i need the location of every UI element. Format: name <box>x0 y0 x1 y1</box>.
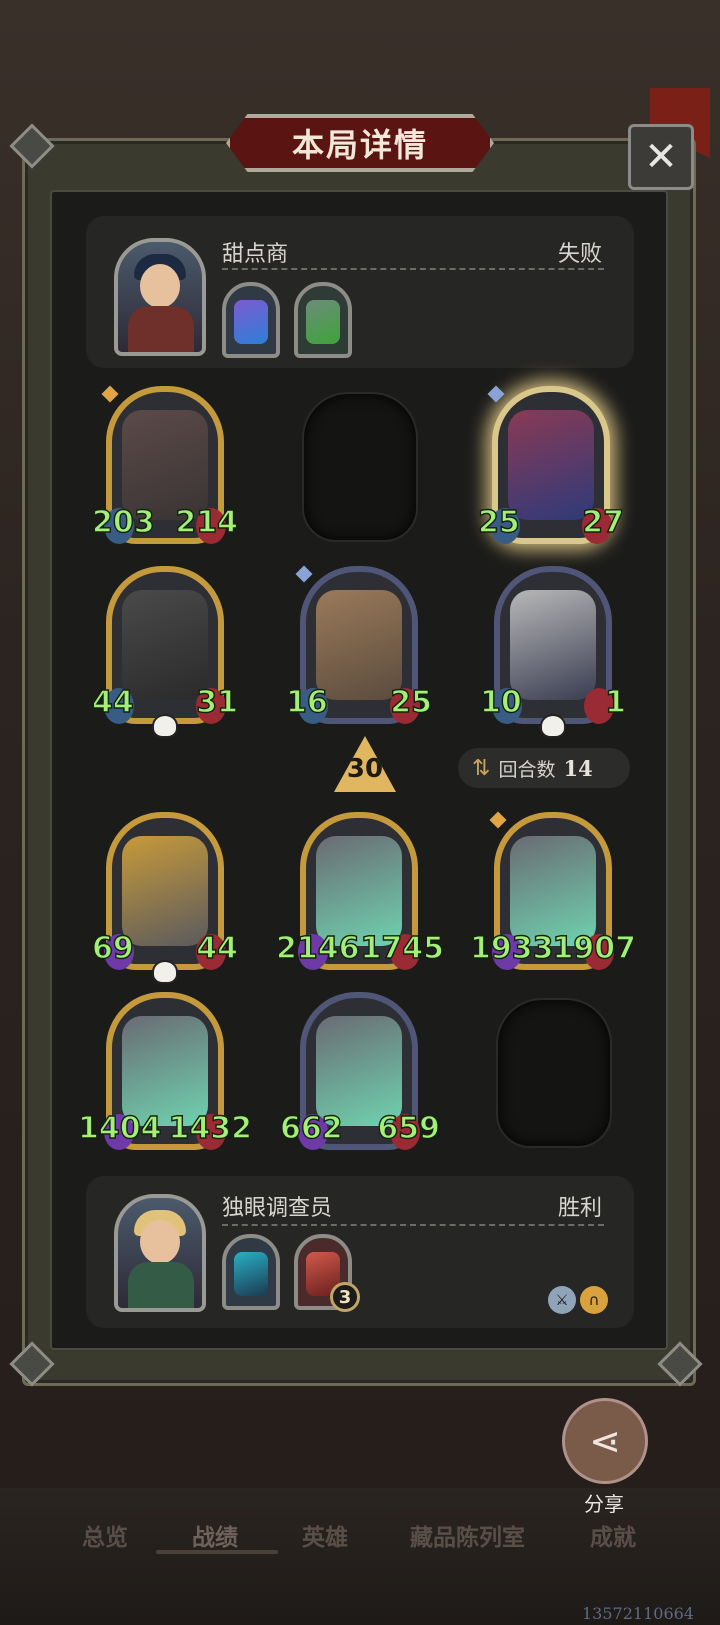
enemy-minion-5[interactable]: 10 1 <box>479 566 627 738</box>
minion-health: 659 <box>377 1111 441 1146</box>
tab-heroes[interactable]: 英雄 <box>302 1518 348 1552</box>
minion-health: 1 <box>604 685 626 720</box>
minion-health: 25 <box>390 685 433 720</box>
close-icon: ✕ <box>644 134 678 180</box>
round-value: 14 <box>563 755 593 781</box>
minion-attack: 25 <box>477 505 520 540</box>
divider <box>222 268 604 270</box>
goblin-relic-icon <box>306 300 340 344</box>
opponent-panel: 甜点商 失败 <box>86 216 634 368</box>
dialog-title: 本局详情 <box>291 126 428 164</box>
relic-count-badge: 3 <box>330 1282 360 1312</box>
minion-attack: 69 <box>91 931 134 966</box>
horseshoe-icon: ∩ <box>580 1286 608 1314</box>
enemy-minion-4[interactable]: 16 25 <box>285 565 433 724</box>
player-minion-1[interactable]: 69 44 <box>91 812 239 984</box>
minion-health: 214 <box>175 505 239 540</box>
minion-attack: 10 <box>479 685 522 720</box>
round-label: 回合数 <box>498 758 556 781</box>
player-portrait[interactable] <box>114 1194 206 1312</box>
opponent-relic-crystal[interactable] <box>222 282 280 358</box>
tab-overview[interactable]: 总览 <box>82 1518 128 1552</box>
share-button[interactable]: ⋖ <box>562 1398 648 1484</box>
minion-health: 44 <box>196 931 239 966</box>
share-label: 分享 <box>584 1492 624 1516</box>
tab-collection[interactable]: 藏品陈列室 <box>410 1518 525 1552</box>
minion-attack: 1933 <box>469 931 554 966</box>
empty-board-slot <box>302 392 418 542</box>
crystal-relic-icon <box>234 300 268 344</box>
minion-attack: 44 <box>91 685 134 720</box>
minion-attack: 662 <box>279 1111 343 1146</box>
minion-attack: 1404 <box>77 1111 162 1146</box>
player-result: 胜利 <box>558 1196 603 1221</box>
divider <box>222 1224 604 1226</box>
dialog-title-plate: 本局详情 <box>226 114 494 172</box>
opponent-result: 失败 <box>558 242 603 267</box>
minion-health: 1907 <box>552 931 637 966</box>
tab-achievements[interactable]: 成就 <box>590 1518 636 1552</box>
opponent-relic-goblin[interactable] <box>294 282 352 358</box>
minion-attack: 16 <box>285 685 328 720</box>
skull-icon <box>540 714 566 738</box>
sword-icon: ⚔ <box>548 1286 576 1314</box>
enemy-minion-3[interactable]: 44 31 <box>91 566 239 738</box>
shard-relic-icon <box>234 1252 268 1296</box>
player-minion-2[interactable]: 2146 1745 <box>275 812 445 970</box>
skull-icon <box>152 714 178 738</box>
player-relic-shard[interactable] <box>222 1234 280 1310</box>
watermark: 13572110664 <box>582 1604 694 1623</box>
opponent-name: 甜点商 <box>222 242 289 267</box>
player-panel: 独眼调查员 胜利 3 ⚔ ∩ <box>86 1176 634 1328</box>
enemy-minion-2[interactable]: 25 27 <box>477 385 625 544</box>
active-tab-indicator <box>156 1550 278 1554</box>
player-minion-3[interactable]: 1933 1907 <box>469 811 637 970</box>
minion-attack: 2146 <box>275 931 360 966</box>
player-minion-4[interactable]: 1404 1432 <box>77 992 253 1150</box>
minion-health: 27 <box>582 505 625 540</box>
minion-health: 1745 <box>360 931 445 966</box>
tab-records[interactable]: 战绩 <box>192 1518 238 1552</box>
player-minion-5[interactable]: 662 659 <box>279 992 441 1150</box>
opponent-portrait[interactable] <box>114 238 206 356</box>
enemy-minion-1[interactable]: 203 214 <box>91 385 239 544</box>
share-icon: ⋖ <box>589 1419 621 1463</box>
round-swap-icon: ⇅ <box>472 755 491 781</box>
minion-attack: 203 <box>91 505 155 540</box>
minion-health: 31 <box>196 685 239 720</box>
close-button[interactable]: ✕ <box>628 124 694 190</box>
minion-health: 1432 <box>168 1111 253 1146</box>
empty-board-slot <box>496 998 612 1148</box>
round-counter: ⇅ 回合数 14 <box>458 748 630 788</box>
skull-icon <box>152 960 178 984</box>
player-name: 独眼调查员 <box>222 1196 333 1221</box>
